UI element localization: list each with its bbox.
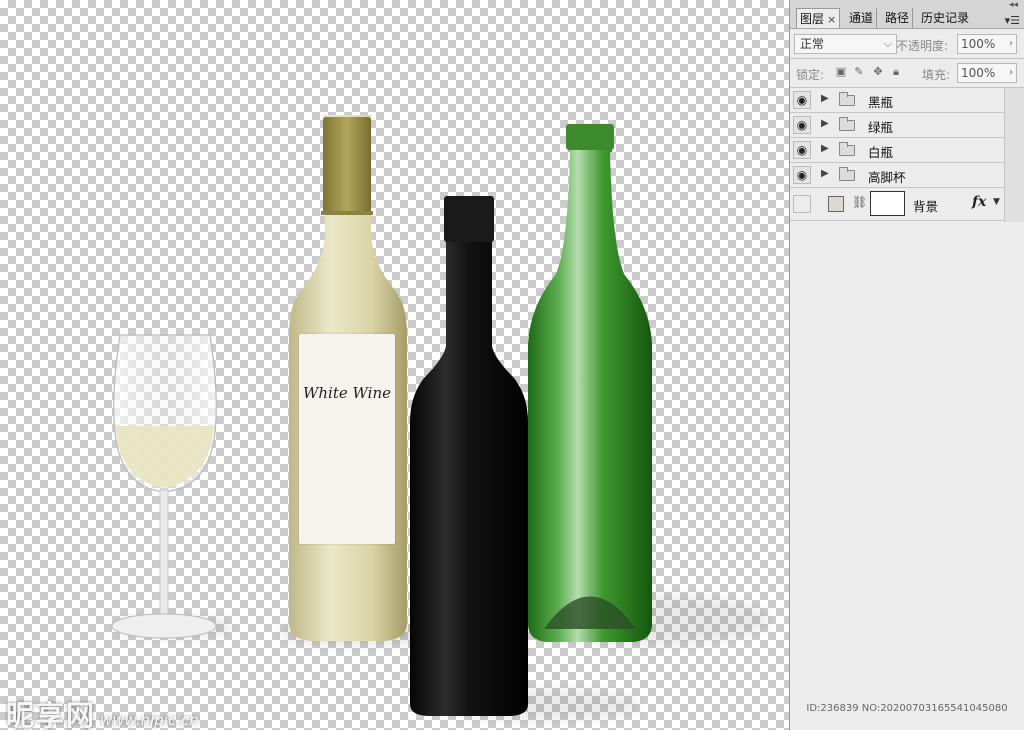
- fill-value: 100%: [961, 66, 996, 80]
- close-icon[interactable]: ×: [827, 13, 836, 26]
- panel-tab-bar: ◂◂ 图层 × 通道 路径 历史记录 ▾☰: [790, 0, 1024, 29]
- lock-brush-icon[interactable]: ✎: [853, 66, 865, 78]
- lock-label: 锁定:: [796, 68, 825, 82]
- layer-name: 黑瓶: [868, 95, 894, 110]
- tab-channels[interactable]: 通道: [846, 8, 878, 28]
- layers-panel: ◂◂ 图层 × 通道 路径 历史记录 ▾☰ 正常 ⌵ 不透明度: 100% › 锁定…: [789, 0, 1024, 730]
- divider: [790, 58, 1024, 59]
- opacity-label: 不透明度:: [896, 39, 949, 53]
- opacity-field[interactable]: 100% ›: [957, 34, 1017, 54]
- eye-icon[interactable]: ◉: [793, 141, 811, 159]
- chain-link-icon[interactable]: ⛓: [852, 195, 867, 209]
- opacity-value: 100%: [961, 37, 996, 51]
- lock-all-icon[interactable]: 🔒︎: [890, 66, 902, 78]
- image-id-text: ID:236839 NO:20200703165541045080: [806, 703, 1008, 714]
- lock-transparent-icon[interactable]: ▣: [835, 66, 847, 78]
- layer-name: 背景: [913, 199, 939, 214]
- layer-name: 白瓶: [868, 145, 894, 160]
- tab-layers-label: 图层: [800, 12, 825, 26]
- folder-icon: [839, 117, 855, 131]
- layers-scrollbar[interactable]: [1004, 88, 1024, 222]
- chevron-right-icon[interactable]: ›: [1009, 35, 1013, 53]
- layer-name: 绿瓶: [868, 120, 894, 135]
- fill-field[interactable]: 100% ›: [957, 63, 1017, 83]
- green-bottle[interactable]: [524, 124, 656, 644]
- tab-paths-label: 路径: [885, 11, 910, 25]
- tab-history[interactable]: 历史记录: [918, 8, 972, 28]
- eye-icon[interactable]: ◉: [793, 166, 811, 184]
- collapse-icon[interactable]: ◂◂: [1009, 0, 1018, 10]
- black-bottle[interactable]: [408, 196, 530, 716]
- blend-mode-select[interactable]: 正常 ⌵: [794, 34, 897, 54]
- triangle-right-icon[interactable]: ▶: [821, 118, 829, 129]
- label-title: White Wine: [302, 384, 392, 402]
- folder-icon: [839, 92, 855, 106]
- tab-channels-label: 通道: [849, 11, 874, 25]
- folder-icon: [839, 167, 855, 181]
- layer-name: 高脚杯: [868, 170, 906, 185]
- fill-label: 填充:: [922, 68, 951, 82]
- panel-menu-icon[interactable]: ▾☰: [1005, 14, 1020, 27]
- layer-row[interactable]: ◉ ▶ 黑瓶: [790, 88, 1004, 113]
- lock-move-icon[interactable]: ✥: [872, 66, 884, 78]
- triangle-right-icon[interactable]: ▶: [821, 168, 829, 179]
- watermark-url: www.nipic.cn: [100, 711, 199, 729]
- eye-icon[interactable]: ◉: [793, 91, 811, 109]
- visibility-toggle[interactable]: [793, 195, 811, 213]
- watermark: 昵享网 www.nipic.cn: [6, 694, 199, 734]
- triangle-right-icon[interactable]: ▶: [821, 143, 829, 154]
- folder-icon: [839, 142, 855, 156]
- watermark-text: 昵享网: [6, 699, 97, 732]
- layer-row[interactable]: ◉ ▶ 绿瓶: [790, 113, 1004, 138]
- eye-icon[interactable]: ◉: [793, 116, 811, 134]
- tab-layers[interactable]: 图层 ×: [796, 8, 841, 28]
- layer-row[interactable]: ◉ ▶ 白瓶: [790, 138, 1004, 163]
- chevron-right-icon[interactable]: ›: [1009, 64, 1013, 82]
- layer-thumbnail: [870, 191, 905, 216]
- chevron-down-icon: ⌵: [883, 37, 892, 50]
- background-layer-row[interactable]: ⛓ 背景 fx ▼: [790, 188, 1004, 221]
- white-wine-label: White Wine: [299, 334, 395, 544]
- tab-history-label: 历史记录: [921, 11, 970, 25]
- triangle-right-icon[interactable]: ▶: [821, 93, 829, 104]
- wine-glass[interactable]: [108, 330, 224, 646]
- fx-icon[interactable]: fx: [972, 194, 986, 210]
- triangle-down-icon[interactable]: ▼: [993, 197, 1000, 207]
- tab-paths[interactable]: 路径: [882, 8, 914, 28]
- document-canvas[interactable]: White Wine 昵享网 www.nipic.cn: [0, 0, 789, 732]
- layer-row[interactable]: ◉ ▶ 高脚杯: [790, 163, 1004, 188]
- blend-mode-value: 正常: [800, 37, 825, 51]
- color-swatch: [828, 196, 844, 212]
